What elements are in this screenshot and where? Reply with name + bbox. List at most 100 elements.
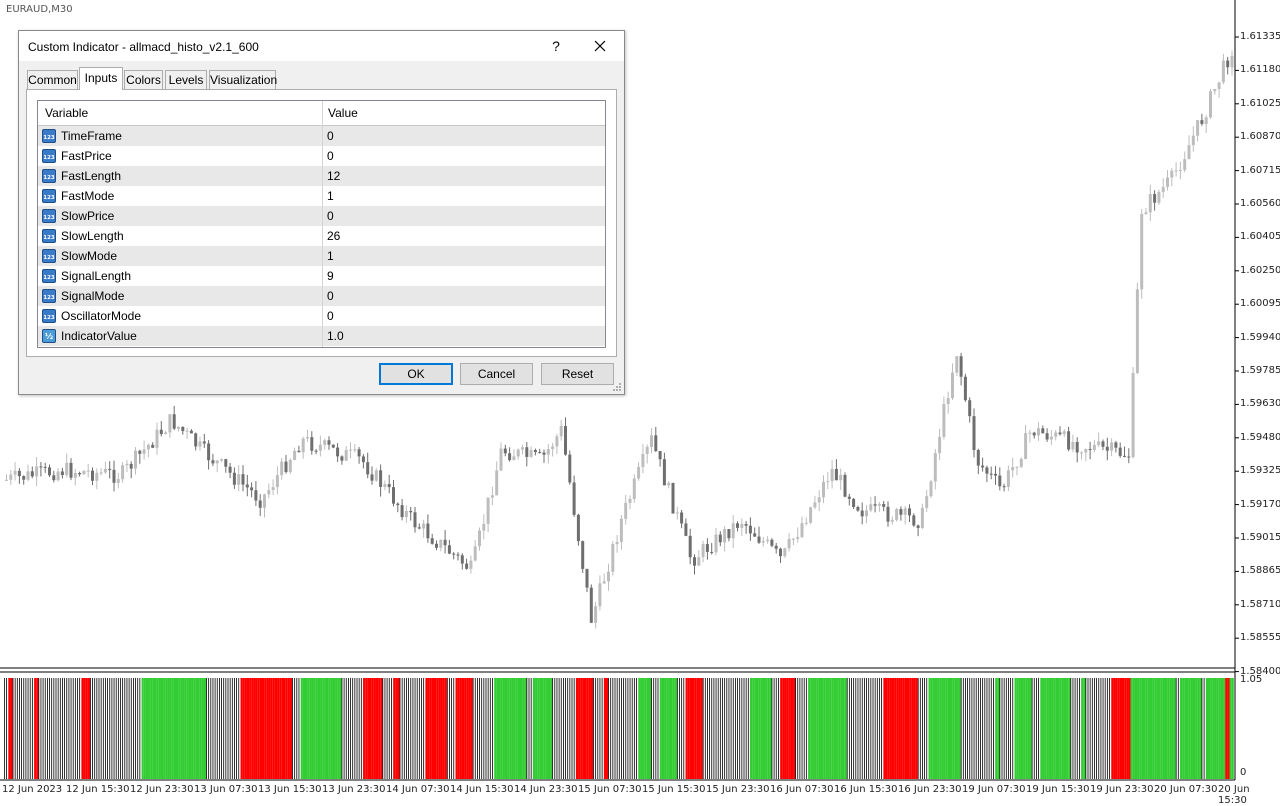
time-tick-label: 20 Jun 15:30 [1218, 784, 1250, 806]
variable-value[interactable]: 0 [327, 146, 334, 166]
variable-name: SignalMode [61, 289, 125, 303]
tab-levels[interactable]: Levels [165, 70, 207, 89]
tab-colors[interactable]: Colors [124, 70, 163, 89]
time-tick-label: 15 Jun 15:30 [642, 784, 706, 795]
int-icon: 123 [42, 189, 56, 203]
svg-text:123: 123 [43, 255, 55, 261]
help-button[interactable]: ? [545, 35, 567, 57]
time-tick-label: 20 Jun 07:30 [1154, 784, 1218, 795]
resize-grip-icon[interactable] [612, 382, 622, 392]
variable-value[interactable]: 0 [327, 126, 334, 146]
price-tick-label: 1.60405 [1240, 231, 1280, 243]
column-divider[interactable] [322, 101, 323, 347]
price-tick-label: 1.58555 [1240, 632, 1280, 644]
time-tick-label: 14 Jun 23:30 [514, 784, 578, 795]
price-tick-label: 1.59630 [1240, 398, 1280, 410]
time-tick-label: 19 Jun 15:30 [1026, 784, 1090, 795]
price-tick-label: 1.60560 [1240, 198, 1280, 209]
reset-button[interactable]: Reset [541, 363, 614, 385]
price-tick-label: 1.59785 [1240, 365, 1280, 376]
price-tick-label: 1.60250 [1240, 264, 1280, 276]
svg-text:123: 123 [43, 175, 55, 181]
price-tick-label: 1.59325 [1240, 465, 1280, 477]
subwindow-zero-label: 0 [1240, 767, 1247, 778]
variable-name: SlowMode [61, 249, 118, 263]
int-icon: 123 [42, 289, 56, 303]
price-tick-label: 1.61335 [1240, 31, 1280, 42]
price-tick-label: 1.59170 [1240, 498, 1280, 510]
variable-value[interactable]: 1.0 [327, 326, 344, 346]
symbol-label: EURAUD,M30 [6, 4, 73, 15]
int-icon: 123 [42, 149, 56, 163]
time-tick-label: 16 Jun 15:30 [834, 784, 898, 795]
close-button[interactable] [589, 35, 611, 57]
time-tick-label: 13 Jun 23:30 [322, 784, 386, 795]
time-tick-label: 12 Jun 23:30 [130, 784, 194, 795]
price-tick-label: 1.59940 [1240, 331, 1280, 343]
time-tick-label: 16 Jun 23:30 [898, 784, 962, 795]
double-icon: ½ [42, 329, 56, 343]
time-tick-label: 19 Jun 07:30 [962, 784, 1026, 795]
dialog-title: Custom Indicator - allmacd_histo_v2.1_60… [28, 40, 259, 54]
time-tick-label: 19 Jun 23:30 [1090, 784, 1154, 795]
tab-visualization[interactable]: Visualization [209, 70, 277, 89]
dialog-titlebar[interactable]: Custom Indicator - allmacd_histo_v2.1_60… [19, 31, 624, 61]
variable-value[interactable]: 0 [327, 306, 334, 326]
custom-indicator-dialog: Custom Indicator - allmacd_histo_v2.1_60… [18, 30, 625, 395]
int-icon: 123 [42, 229, 56, 243]
close-icon [594, 40, 606, 52]
time-tick-label: 13 Jun 15:30 [258, 784, 322, 795]
variable-value[interactable]: 0 [327, 286, 334, 306]
variable-value[interactable]: 0 [327, 206, 334, 226]
int-icon: 123 [42, 269, 56, 283]
price-tick-label: 1.58865 [1240, 565, 1280, 577]
histogram [4, 678, 1234, 779]
svg-text:½: ½ [45, 331, 53, 341]
tab-common[interactable]: Common [27, 70, 78, 89]
price-tick-label: 1.60095 [1240, 298, 1280, 310]
int-icon: 123 [42, 309, 56, 323]
svg-text:123: 123 [43, 275, 55, 281]
svg-text:123: 123 [43, 155, 55, 161]
time-tick-label: 15 Jun 07:30 [578, 784, 642, 795]
int-icon: 123 [42, 249, 56, 263]
subwindow-max-label: 1.05 [1240, 674, 1263, 685]
inputs-panel: Variable Value 123 TimeFrame 0 123 FastPrice… [26, 89, 617, 357]
time-tick-label: 14 Jun 15:30 [450, 784, 514, 795]
variable-value[interactable]: 12 [327, 166, 340, 186]
svg-text:123: 123 [43, 235, 55, 241]
inputs-table[interactable]: Variable Value 123 TimeFrame 0 123 FastPrice… [37, 100, 606, 348]
price-tick-label: 1.61025 [1240, 97, 1280, 109]
cancel-button[interactable]: Cancel [460, 363, 533, 385]
int-icon: 123 [42, 209, 56, 223]
time-tick-label: 14 Jun 07:30 [386, 784, 450, 795]
ok-button[interactable]: OK [379, 363, 453, 385]
time-tick-label: 13 Jun 07:30 [194, 784, 258, 795]
header-value[interactable]: Value [328, 101, 358, 125]
svg-text:123: 123 [43, 315, 55, 321]
price-tick-label: 1.61180 [1240, 64, 1280, 76]
header-variable[interactable]: Variable [45, 101, 88, 125]
time-tick-label: 12 Jun 15:30 [66, 784, 130, 795]
variable-name: FastPrice [61, 149, 112, 163]
variable-value[interactable]: 1 [327, 246, 334, 266]
variable-value[interactable]: 1 [327, 186, 334, 206]
price-tick-label: 1.60715 [1240, 164, 1280, 176]
variable-value[interactable]: 26 [327, 226, 340, 246]
time-tick-label: 12 Jun 2023 [2, 784, 63, 795]
variable-name: OscillatorMode [61, 309, 142, 323]
price-tick-label: 1.59480 [1240, 431, 1280, 443]
variable-name: IndicatorValue [61, 329, 137, 343]
variable-name: TimeFrame [61, 129, 122, 143]
tab-inputs[interactable]: Inputs [79, 67, 123, 90]
time-tick-label: 16 Jun 07:30 [770, 784, 834, 795]
time-tick-label: 15 Jun 23:30 [706, 784, 770, 795]
int-icon: 123 [42, 129, 56, 143]
price-tick-label: 1.59015 [1240, 532, 1280, 543]
variable-name: FastLength [61, 169, 122, 183]
variable-value[interactable]: 9 [327, 266, 334, 286]
price-tick-label: 1.60870 [1240, 131, 1280, 143]
variable-name: SlowLength [61, 229, 124, 243]
variable-name: SignalLength [61, 269, 132, 283]
price-tick-label: 1.58710 [1240, 598, 1280, 610]
